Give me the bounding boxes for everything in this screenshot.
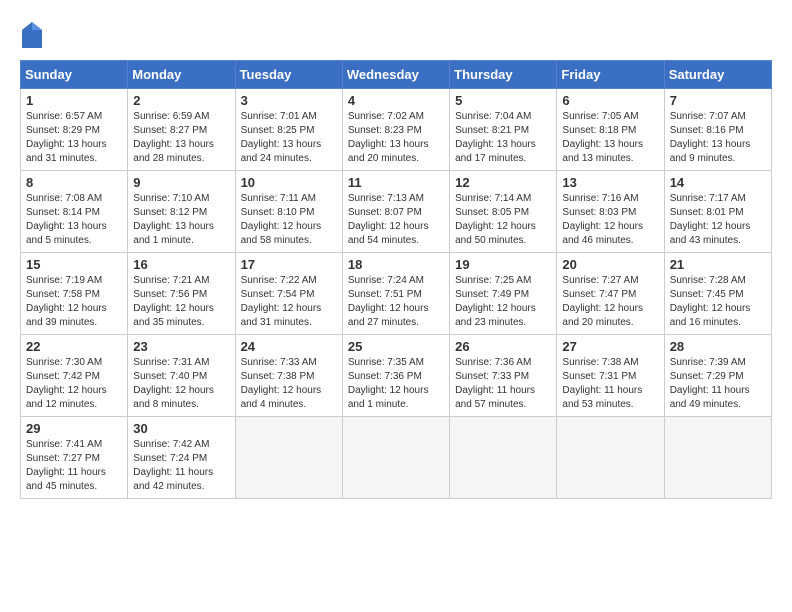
calendar-cell: 27Sunrise: 7:38 AMSunset: 7:31 PMDayligh… bbox=[557, 335, 664, 417]
logo-icon bbox=[20, 20, 44, 50]
col-header-sunday: Sunday bbox=[21, 61, 128, 89]
col-header-saturday: Saturday bbox=[664, 61, 771, 89]
calendar-cell: 30Sunrise: 7:42 AMSunset: 7:24 PMDayligh… bbox=[128, 417, 235, 499]
calendar-table: SundayMondayTuesdayWednesdayThursdayFrid… bbox=[20, 60, 772, 499]
calendar-cell: 20Sunrise: 7:27 AMSunset: 7:47 PMDayligh… bbox=[557, 253, 664, 335]
col-header-thursday: Thursday bbox=[450, 61, 557, 89]
logo bbox=[20, 20, 48, 50]
calendar-cell bbox=[235, 417, 342, 499]
calendar-cell: 24Sunrise: 7:33 AMSunset: 7:38 PMDayligh… bbox=[235, 335, 342, 417]
col-header-friday: Friday bbox=[557, 61, 664, 89]
calendar-cell: 29Sunrise: 7:41 AMSunset: 7:27 PMDayligh… bbox=[21, 417, 128, 499]
calendar-cell: 28Sunrise: 7:39 AMSunset: 7:29 PMDayligh… bbox=[664, 335, 771, 417]
calendar-cell: 8Sunrise: 7:08 AMSunset: 8:14 PMDaylight… bbox=[21, 171, 128, 253]
calendar-cell: 23Sunrise: 7:31 AMSunset: 7:40 PMDayligh… bbox=[128, 335, 235, 417]
calendar-cell: 19Sunrise: 7:25 AMSunset: 7:49 PMDayligh… bbox=[450, 253, 557, 335]
calendar-cell: 4Sunrise: 7:02 AMSunset: 8:23 PMDaylight… bbox=[342, 89, 449, 171]
calendar-cell: 21Sunrise: 7:28 AMSunset: 7:45 PMDayligh… bbox=[664, 253, 771, 335]
calendar-cell: 14Sunrise: 7:17 AMSunset: 8:01 PMDayligh… bbox=[664, 171, 771, 253]
calendar-cell: 25Sunrise: 7:35 AMSunset: 7:36 PMDayligh… bbox=[342, 335, 449, 417]
calendar-cell bbox=[557, 417, 664, 499]
calendar-cell: 26Sunrise: 7:36 AMSunset: 7:33 PMDayligh… bbox=[450, 335, 557, 417]
col-header-wednesday: Wednesday bbox=[342, 61, 449, 89]
calendar-cell: 15Sunrise: 7:19 AMSunset: 7:58 PMDayligh… bbox=[21, 253, 128, 335]
calendar-cell bbox=[342, 417, 449, 499]
calendar-cell: 10Sunrise: 7:11 AMSunset: 8:10 PMDayligh… bbox=[235, 171, 342, 253]
calendar-cell: 7Sunrise: 7:07 AMSunset: 8:16 PMDaylight… bbox=[664, 89, 771, 171]
page-header bbox=[20, 20, 772, 50]
calendar-cell: 2Sunrise: 6:59 AMSunset: 8:27 PMDaylight… bbox=[128, 89, 235, 171]
calendar-cell: 11Sunrise: 7:13 AMSunset: 8:07 PMDayligh… bbox=[342, 171, 449, 253]
calendar-cell: 13Sunrise: 7:16 AMSunset: 8:03 PMDayligh… bbox=[557, 171, 664, 253]
calendar-cell: 5Sunrise: 7:04 AMSunset: 8:21 PMDaylight… bbox=[450, 89, 557, 171]
col-header-monday: Monday bbox=[128, 61, 235, 89]
calendar-cell: 17Sunrise: 7:22 AMSunset: 7:54 PMDayligh… bbox=[235, 253, 342, 335]
col-header-tuesday: Tuesday bbox=[235, 61, 342, 89]
calendar-cell bbox=[664, 417, 771, 499]
calendar-cell: 22Sunrise: 7:30 AMSunset: 7:42 PMDayligh… bbox=[21, 335, 128, 417]
calendar-cell: 16Sunrise: 7:21 AMSunset: 7:56 PMDayligh… bbox=[128, 253, 235, 335]
calendar-cell bbox=[450, 417, 557, 499]
calendar-cell: 18Sunrise: 7:24 AMSunset: 7:51 PMDayligh… bbox=[342, 253, 449, 335]
calendar-cell: 6Sunrise: 7:05 AMSunset: 8:18 PMDaylight… bbox=[557, 89, 664, 171]
calendar-cell: 3Sunrise: 7:01 AMSunset: 8:25 PMDaylight… bbox=[235, 89, 342, 171]
calendar-cell: 12Sunrise: 7:14 AMSunset: 8:05 PMDayligh… bbox=[450, 171, 557, 253]
calendar-cell: 9Sunrise: 7:10 AMSunset: 8:12 PMDaylight… bbox=[128, 171, 235, 253]
calendar-cell: 1Sunrise: 6:57 AMSunset: 8:29 PMDaylight… bbox=[21, 89, 128, 171]
